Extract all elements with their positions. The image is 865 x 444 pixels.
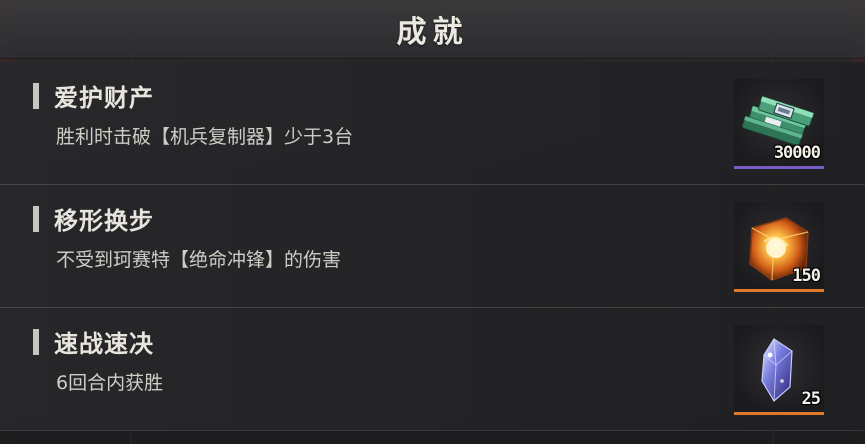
reward-count: 150 <box>792 266 821 286</box>
achievement-name: 速战速决 <box>54 330 154 358</box>
achievement-list: 爱护财产 胜利时击破【机兵复制器】少于3台 30000 移形换步 不受到珂赛特【… <box>0 62 865 431</box>
title-marker <box>33 206 39 232</box>
title-marker <box>33 329 39 355</box>
achievement-row[interactable]: 移形换步 不受到珂赛特【绝命冲锋】的伤害 150 <box>0 185 865 308</box>
achievement-name: 爱护财产 <box>54 84 154 112</box>
title-marker <box>33 83 39 109</box>
reward-count: 30000 <box>773 143 821 163</box>
reward-rarity-line <box>734 166 824 169</box>
achievement-description: 胜利时击破【机兵复制器】少于3台 <box>56 126 354 148</box>
reward-count: 25 <box>801 389 822 409</box>
header-bar: 成就 <box>0 0 865 59</box>
page-title: 成就 <box>396 15 469 50</box>
achievement-row[interactable]: 速战速决 6回合内获胜 25 <box>0 308 865 431</box>
reward-rarity-line <box>734 412 824 415</box>
reward-slot[interactable]: 150 <box>734 202 824 292</box>
reward-rarity-line <box>734 289 824 292</box>
reward-slot[interactable]: 25 <box>734 325 824 415</box>
achievement-description: 6回合内获胜 <box>56 372 164 394</box>
achievement-row[interactable]: 爱护财产 胜利时击破【机兵复制器】少于3台 30000 <box>0 62 865 185</box>
achievements-screen: 成就 爱护财产 胜利时击破【机兵复制器】少于3台 30000 移形换步 不受到珂… <box>0 0 865 444</box>
achievement-description: 不受到珂赛特【绝命冲锋】的伤害 <box>56 249 342 271</box>
achievement-name: 移形换步 <box>54 207 154 235</box>
reward-slot[interactable]: 30000 <box>734 79 824 169</box>
